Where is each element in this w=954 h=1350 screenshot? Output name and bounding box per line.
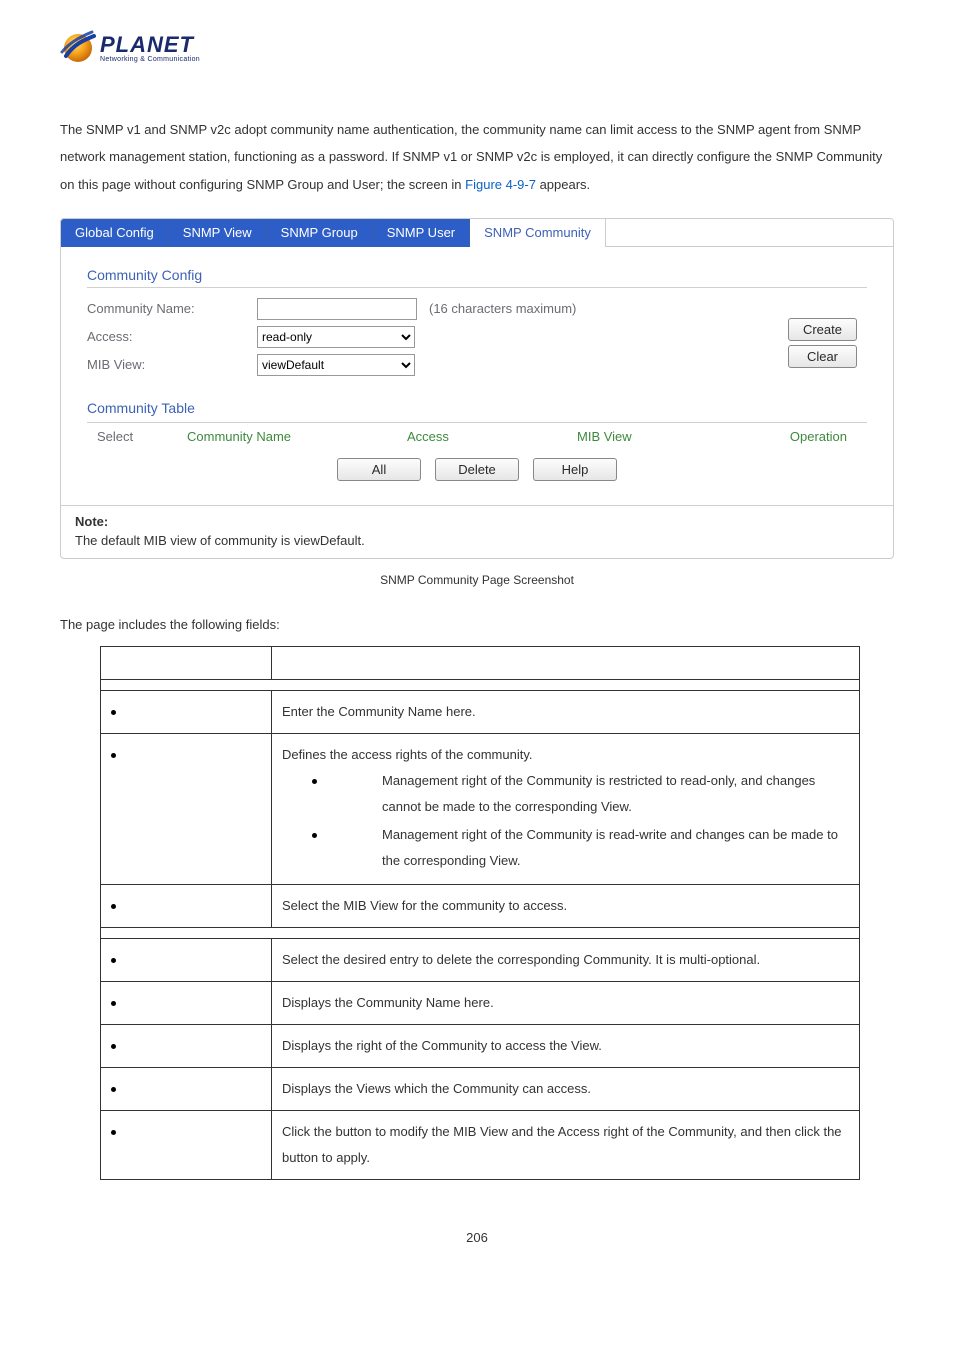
tab-snmp-user[interactable]: SNMP User xyxy=(373,219,470,247)
desc-text: Enter the Community Name here. xyxy=(282,704,476,719)
snmp-community-screenshot: Global Config SNMP View SNMP Group SNMP … xyxy=(60,218,894,559)
create-button[interactable]: Create xyxy=(788,318,857,341)
community-name-hint: (16 characters maximum) xyxy=(429,301,576,316)
col-mib-view: MIB View xyxy=(567,423,777,450)
mib-view-select[interactable]: viewDefault xyxy=(257,354,415,376)
fields-intro: The page includes the following fields: xyxy=(60,617,894,632)
col-select: Select xyxy=(87,423,177,450)
community-table-title: Community Table xyxy=(87,400,867,420)
table-row: Select the desired entry to delete the c… xyxy=(101,938,860,981)
table-row xyxy=(101,679,860,690)
bullet-icon xyxy=(111,904,116,909)
logo-word: PLANET xyxy=(100,34,200,56)
intro-text-after: appears. xyxy=(536,177,590,192)
access-label: Access: xyxy=(87,329,257,344)
intro-paragraph: The SNMP v1 and SNMP v2c adopt community… xyxy=(60,116,894,198)
tab-snmp-community[interactable]: SNMP Community xyxy=(470,219,606,247)
all-button[interactable]: All xyxy=(337,458,421,481)
table-row: Defines the access rights of the communi… xyxy=(101,733,860,884)
screenshot-caption: SNMP Community Page Screenshot xyxy=(60,573,894,587)
help-button[interactable]: Help xyxy=(533,458,617,481)
table-row: Click the button to modify the MIB View … xyxy=(101,1110,860,1179)
bullet-icon xyxy=(111,753,116,758)
desc-sub: Management right of the Community is res… xyxy=(328,768,849,820)
logo: PLANET Networking & Communication xyxy=(60,30,894,66)
bullet-icon xyxy=(111,1001,116,1006)
page-number: 206 xyxy=(60,1230,894,1245)
tab-filler xyxy=(606,219,893,247)
planet-orb-icon xyxy=(60,30,96,66)
community-name-input[interactable] xyxy=(257,298,417,320)
table-row: Displays the Views which the Community c… xyxy=(101,1067,860,1110)
note-text: The default MIB view of community is vie… xyxy=(75,533,879,548)
bullet-icon xyxy=(111,958,116,963)
bullet-icon xyxy=(111,1044,116,1049)
tab-global-config[interactable]: Global Config xyxy=(61,219,169,247)
table-row: Enter the Community Name here. xyxy=(101,690,860,733)
desc-part: Click the xyxy=(282,1124,335,1139)
desc-text: Select the MIB View for the community to… xyxy=(282,898,567,913)
community-table-header: Select Community Name Access MIB View Op… xyxy=(87,422,867,450)
table-row xyxy=(101,927,860,938)
col-access: Access xyxy=(397,423,567,450)
desc-sub: Management right of the Community is rea… xyxy=(328,822,849,874)
fields-table: Enter the Community Name here. Defines t… xyxy=(100,646,860,1180)
figure-link[interactable]: Figure 4-9-7 xyxy=(465,177,536,192)
community-name-label: Community Name: xyxy=(87,301,257,316)
desc-text: Displays the right of the Community to a… xyxy=(282,1038,602,1053)
desc-text: Defines the access rights of the communi… xyxy=(282,742,849,768)
bullet-icon xyxy=(312,833,317,838)
bullet-icon xyxy=(312,779,317,784)
table-row: Displays the Community Name here. xyxy=(101,981,860,1024)
col-operation: Operation xyxy=(777,423,867,450)
table-row xyxy=(101,646,860,679)
note-block: Note: The default MIB view of community … xyxy=(61,505,893,558)
logo-subtitle: Networking & Communication xyxy=(100,56,200,63)
tab-snmp-group[interactable]: SNMP Group xyxy=(267,219,373,247)
clear-button[interactable]: Clear xyxy=(788,345,857,368)
community-config-title: Community Config xyxy=(87,267,867,288)
bullet-icon xyxy=(111,710,116,715)
tab-snmp-view[interactable]: SNMP View xyxy=(169,219,267,247)
table-row: Displays the right of the Community to a… xyxy=(101,1024,860,1067)
col-community-name: Community Name xyxy=(177,423,397,450)
delete-button[interactable]: Delete xyxy=(435,458,519,481)
tab-bar: Global Config SNMP View SNMP Group SNMP … xyxy=(61,219,893,247)
bullet-icon xyxy=(111,1087,116,1092)
desc-part: button to modify the MIB View and the Ac… xyxy=(335,1124,841,1139)
desc-text: Displays the Views which the Community c… xyxy=(282,1081,591,1096)
desc-text: Displays the Community Name here. xyxy=(282,995,494,1010)
mib-view-label: MIB View: xyxy=(87,357,257,372)
bullet-icon xyxy=(111,1130,116,1135)
table-row: Select the MIB View for the community to… xyxy=(101,884,860,927)
desc-text: Select the desired entry to delete the c… xyxy=(282,952,760,967)
desc-part: button to apply. xyxy=(282,1150,370,1165)
note-title: Note: xyxy=(75,514,879,529)
access-select[interactable]: read-only xyxy=(257,326,415,348)
